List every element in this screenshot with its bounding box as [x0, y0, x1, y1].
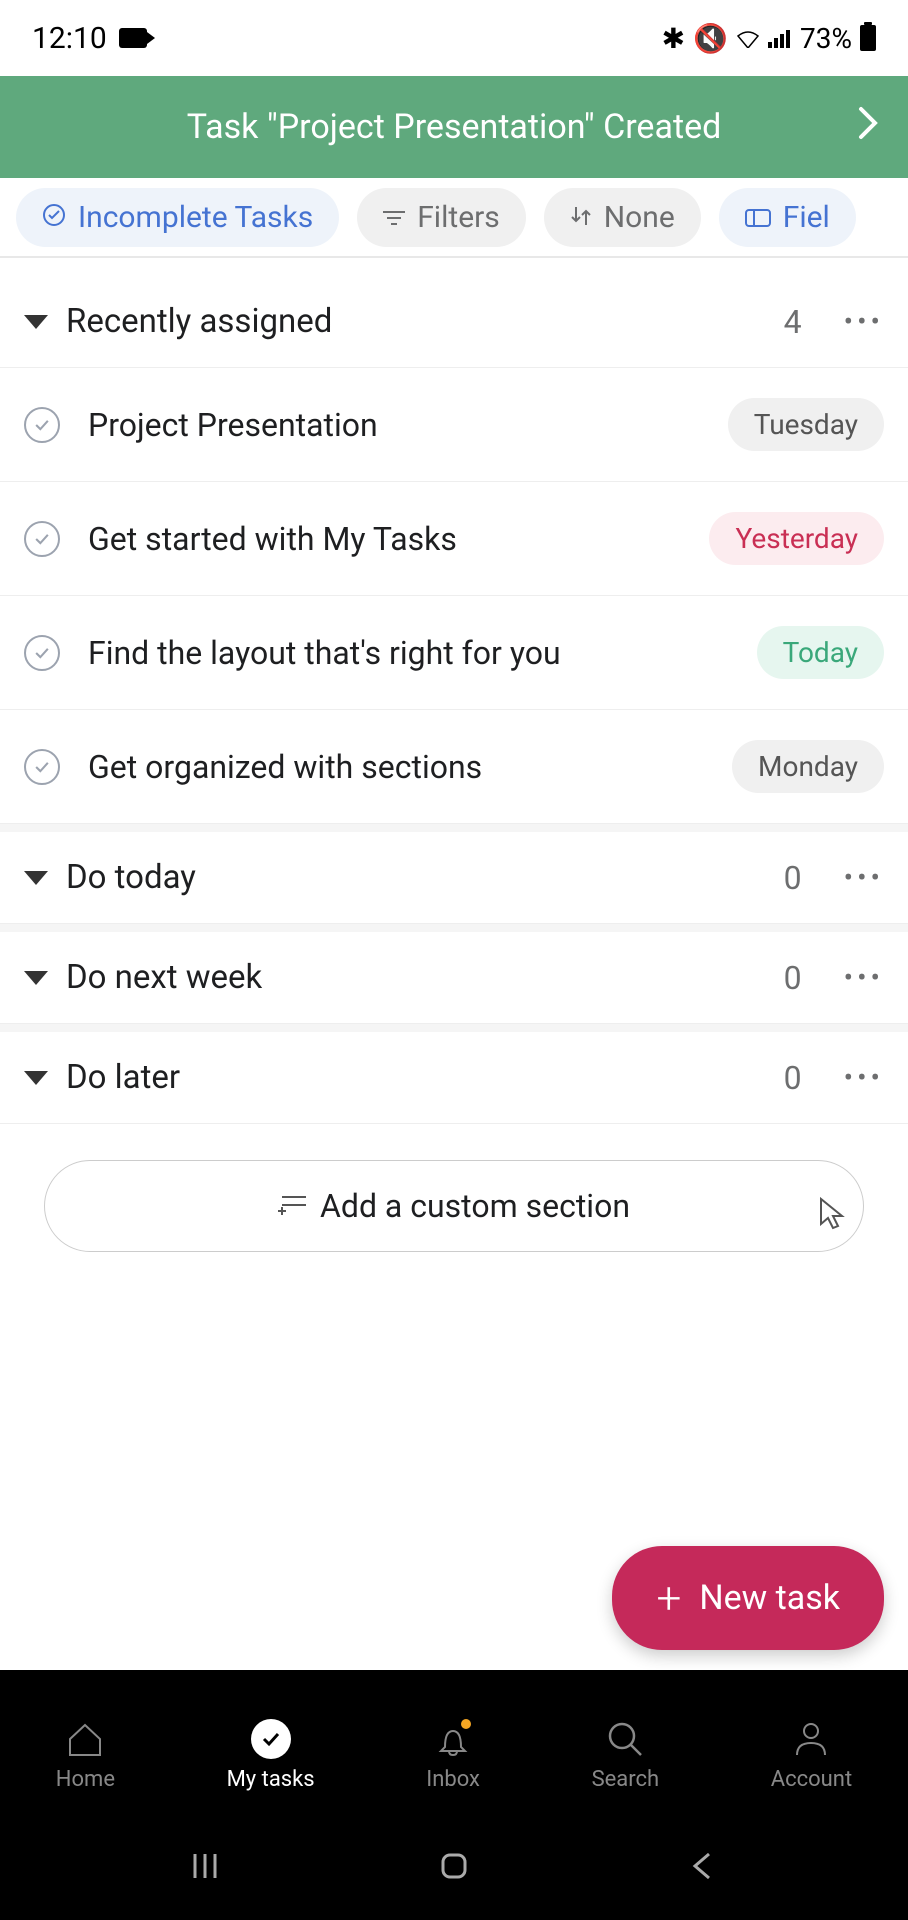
home-icon [65, 1719, 105, 1759]
more-icon[interactable]: ••• [844, 305, 884, 338]
section-title: Do today [66, 858, 766, 897]
task-complete-checkbox[interactable] [24, 749, 60, 785]
new-task-button[interactable]: + New task [612, 1546, 884, 1650]
chevron-down-icon [24, 871, 48, 885]
more-icon[interactable]: ••• [844, 961, 884, 994]
task-row[interactable]: Find the layout that's right for you Tod… [0, 596, 908, 710]
filter-filters-label: Filters [417, 200, 500, 235]
chevron-right-icon [858, 106, 878, 149]
add-section-icon [278, 1187, 306, 1225]
add-custom-section-button[interactable]: Add a custom section [44, 1160, 864, 1252]
android-nav-bar [0, 1830, 908, 1920]
chevron-down-icon [24, 315, 48, 329]
section-count: 4 [784, 303, 802, 341]
nav-inbox-label: Inbox [426, 1767, 480, 1792]
check-circle-icon [42, 200, 66, 235]
android-home-icon[interactable] [438, 1850, 470, 1890]
status-time: 12:10 [32, 21, 107, 56]
plus-icon: + [656, 1572, 681, 1624]
section-header-do-today[interactable]: Do today 0 ••• [0, 832, 908, 924]
section-title: Do next week [66, 958, 766, 997]
section-header-do-next-week[interactable]: Do next week 0 ••• [0, 932, 908, 1024]
status-right: ✱ 🔇 73% [662, 22, 876, 55]
fields-icon [745, 200, 771, 235]
toast-message: Task "Project Presentation" Created [187, 107, 722, 147]
filter-filters[interactable]: Filters [357, 188, 526, 247]
filter-fields[interactable]: Fiel [719, 188, 856, 247]
section-title: Do later [66, 1058, 766, 1097]
bottom-nav: Home My tasks Inbox Search [0, 1670, 908, 1830]
task-date-badge: Monday [732, 740, 884, 793]
battery-icon [860, 25, 876, 51]
check-circle-filled-icon [251, 1719, 291, 1759]
task-complete-checkbox[interactable] [24, 521, 60, 557]
mute-icon: 🔇 [693, 22, 728, 55]
task-date-badge: Yesterday [709, 512, 884, 565]
battery-percent: 73% [800, 22, 852, 55]
task-title: Find the layout that's right for you [88, 634, 729, 672]
filter-incomplete-tasks[interactable]: Incomplete Tasks [16, 188, 339, 247]
nav-inbox[interactable]: Inbox [426, 1719, 480, 1792]
section-title: Recently assigned [66, 302, 766, 341]
sort-icon [570, 200, 592, 235]
nav-account[interactable]: Account [771, 1719, 852, 1792]
filter-sort[interactable]: None [544, 188, 701, 247]
chevron-down-icon [24, 971, 48, 985]
filter-bar: Incomplete Tasks Filters None Fiel [0, 178, 908, 258]
nav-my-tasks-label: My tasks [227, 1767, 315, 1792]
task-date-badge: Tuesday [728, 398, 884, 451]
fab-label: New task [699, 1578, 840, 1618]
bell-icon [433, 1719, 473, 1759]
section-count: 0 [784, 1059, 802, 1097]
add-section-label: Add a custom section [320, 1187, 630, 1225]
nav-account-label: Account [771, 1767, 852, 1792]
task-title: Get organized with sections [88, 748, 704, 786]
task-title: Get started with My Tasks [88, 520, 681, 558]
wifi-icon [736, 22, 760, 55]
status-left: 12:10 [32, 21, 147, 56]
filter-sort-label: None [604, 200, 675, 235]
nav-search-label: Search [592, 1767, 660, 1792]
chevron-down-icon [24, 1071, 48, 1085]
bluetooth-icon: ✱ [662, 22, 685, 55]
section-count: 0 [784, 959, 802, 997]
nav-home-label: Home [56, 1767, 115, 1792]
notification-dot [461, 1719, 471, 1729]
more-icon[interactable]: ••• [844, 861, 884, 894]
task-title: Project Presentation [88, 406, 700, 444]
nav-search[interactable]: Search [592, 1719, 660, 1792]
task-row[interactable]: Project Presentation Tuesday [0, 368, 908, 482]
cursor-icon [818, 1196, 848, 1241]
bottom-area: Home My tasks Inbox Search [0, 1670, 908, 1920]
task-row[interactable]: Get started with My Tasks Yesterday [0, 482, 908, 596]
signal-icon [768, 22, 792, 55]
toast-banner[interactable]: Task "Project Presentation" Created [0, 76, 908, 178]
search-icon [605, 1719, 645, 1759]
filter-icon [383, 200, 405, 235]
status-bar: 12:10 ✱ 🔇 73% [0, 0, 908, 76]
filter-incomplete-label: Incomplete Tasks [78, 200, 313, 235]
filter-fields-label: Fiel [783, 200, 830, 235]
task-date-badge: Today [757, 626, 884, 679]
nav-home[interactable]: Home [56, 1719, 115, 1792]
android-back-icon[interactable] [687, 1850, 719, 1890]
camera-icon [119, 28, 147, 48]
section-header-recently-assigned[interactable]: Recently assigned 4 ••• [0, 258, 908, 368]
section-header-do-later[interactable]: Do later 0 ••• [0, 1032, 908, 1124]
section-count: 0 [784, 859, 802, 897]
task-row[interactable]: Get organized with sections Monday [0, 710, 908, 824]
nav-my-tasks[interactable]: My tasks [227, 1719, 315, 1792]
person-icon [791, 1719, 831, 1759]
task-complete-checkbox[interactable] [24, 635, 60, 671]
task-complete-checkbox[interactable] [24, 407, 60, 443]
more-icon[interactable]: ••• [844, 1061, 884, 1094]
android-recent-icon[interactable] [189, 1850, 221, 1890]
